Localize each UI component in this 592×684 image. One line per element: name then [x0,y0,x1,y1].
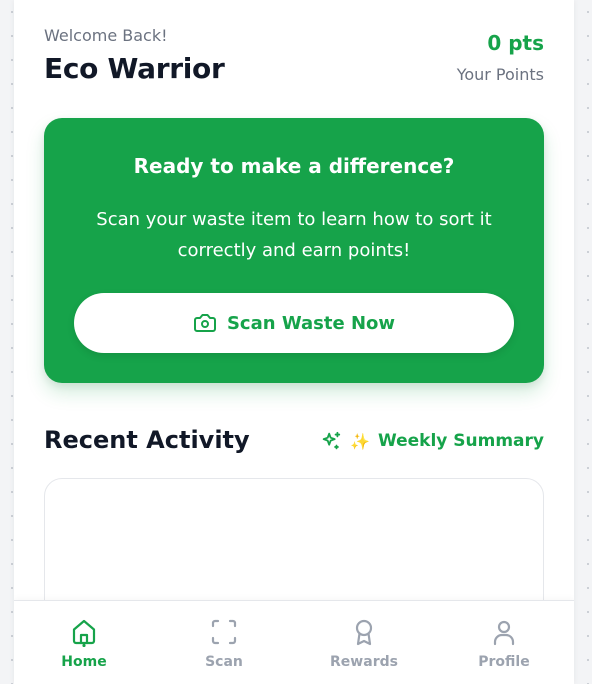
nav-label-profile: Profile [478,654,530,670]
recent-activity-title: Recent Activity [44,426,250,454]
cta-title: Ready to make a difference? [133,154,455,178]
nav-label-home: Home [61,654,107,670]
cta-subtitle: Scan your waste item to learn how to sor… [96,209,492,261]
welcome-text: Welcome Back! [44,26,168,45]
nav-item-home[interactable]: Home [14,601,154,684]
nav-label-rewards: Rewards [330,654,398,670]
nav-item-profile[interactable]: Profile [434,601,574,684]
points-value: 0 pts [487,31,544,55]
scan-icon [210,617,238,647]
nav-item-scan[interactable]: Scan [154,601,294,684]
weekly-summary-button[interactable]: ✨ Weekly Summary [320,430,544,452]
weekly-summary-label: Weekly Summary [377,431,544,451]
scan-cta-card: Ready to make a difference? Scan your wa… [44,118,544,383]
sparkles-icon [320,430,342,452]
recent-activity-header: Recent Activity ✨ Weekly Summary [44,426,544,458]
award-icon [350,617,378,647]
nav-item-rewards[interactable]: Rewards [294,601,434,684]
username: Eco Warrior [44,52,225,85]
header: Welcome Back! Eco Warrior 0 pts Your Poi… [44,26,544,96]
scan-waste-button-label: Scan Waste Now [226,312,396,334]
app-screen: Welcome Back! Eco Warrior 0 pts Your Poi… [14,0,574,684]
points-label: Your Points [456,65,544,84]
scan-waste-button[interactable]: Scan Waste Now [74,293,514,353]
nav-label-scan: Scan [205,654,243,670]
camera-icon [193,311,217,335]
sparkle-emoji: ✨ [350,431,370,451]
home-icon [70,617,98,648]
bottom-navigation: Home Scan Rewards Profile [14,600,574,684]
user-icon [490,617,518,647]
